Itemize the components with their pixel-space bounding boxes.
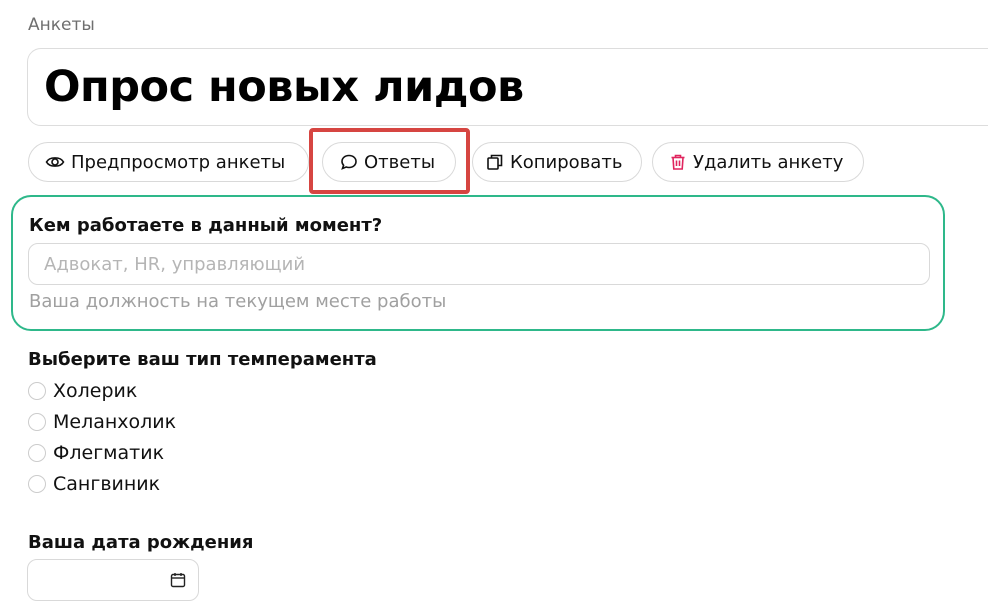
delete-button[interactable]: Удалить анкету [652, 142, 864, 182]
radio-option-label: Меланхолик [53, 411, 177, 433]
question-card-occupation[interactable]: Кем работаете в данный момент? Ваша долж… [11, 195, 945, 331]
copy-icon [486, 153, 504, 171]
radio-option[interactable]: Флегматик [28, 441, 164, 465]
delete-button-label: Удалить анкету [693, 151, 844, 173]
question-label: Кем работаете в данный момент? [29, 215, 383, 236]
breadcrumb[interactable]: Анкеты [28, 15, 95, 35]
occupation-input[interactable] [28, 243, 930, 285]
radio-option[interactable]: Холерик [28, 379, 137, 403]
temperament-question-label: Выберите ваш тип темперамента [28, 349, 377, 370]
radio-option[interactable]: Меланхолик [28, 410, 176, 434]
question-help-text: Ваша должность на текущем месте работы [29, 291, 447, 312]
radio-circle[interactable] [28, 413, 46, 431]
radio-circle[interactable] [28, 382, 46, 400]
copy-button[interactable]: Копировать [472, 142, 642, 182]
radio-option-label: Флегматик [53, 442, 165, 464]
survey-title: Опрос новых лидов [44, 62, 524, 112]
survey-title-box[interactable]: Опрос новых лидов [27, 48, 988, 126]
answers-button[interactable]: Ответы [322, 142, 456, 182]
radio-circle[interactable] [28, 444, 46, 462]
copy-button-label: Копировать [510, 151, 623, 173]
radio-circle[interactable] [28, 475, 46, 493]
trash-icon [669, 153, 687, 171]
preview-button[interactable]: Предпросмотр анкеты [28, 142, 309, 182]
birthdate-question-label: Ваша дата рождения [28, 532, 254, 553]
eye-icon [45, 152, 65, 172]
preview-button-label: Предпросмотр анкеты [71, 151, 286, 173]
calendar-icon[interactable] [170, 572, 186, 588]
radio-option-label: Сангвиник [53, 473, 161, 495]
radio-option-label: Холерик [53, 380, 138, 402]
birthdate-field[interactable] [27, 559, 199, 601]
chat-bubble-icon [340, 153, 358, 171]
radio-option[interactable]: Сангвиник [28, 472, 160, 496]
answers-button-label: Ответы [364, 151, 436, 173]
